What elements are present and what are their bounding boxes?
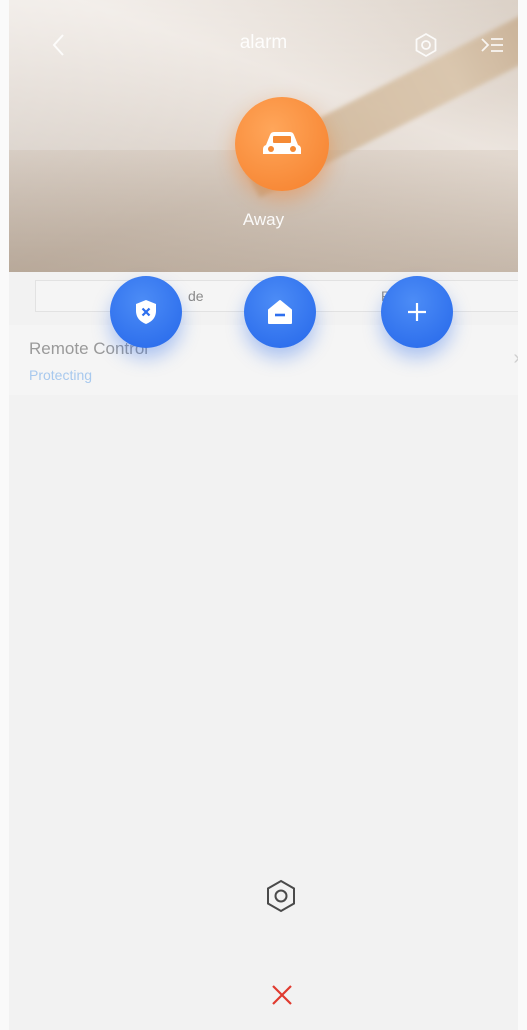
plus-icon bbox=[408, 303, 426, 321]
add-button[interactable] bbox=[381, 276, 453, 348]
away-mode-button[interactable] bbox=[235, 97, 329, 191]
app-screen: alarm Away de Pict Remote bbox=[0, 0, 527, 1030]
close-icon[interactable] bbox=[270, 983, 294, 1007]
top-nav-bar: alarm bbox=[9, 28, 518, 64]
mode-label: Away bbox=[242, 210, 285, 229]
disarm-button[interactable] bbox=[110, 276, 182, 348]
device-status: Protecting bbox=[29, 367, 93, 383]
home-mode-button[interactable] bbox=[244, 276, 316, 348]
home-minus-icon bbox=[268, 300, 292, 324]
page-title: alarm bbox=[239, 32, 288, 53]
settings-hexagon-icon[interactable] bbox=[265, 878, 297, 914]
list-menu-icon[interactable] bbox=[479, 34, 505, 58]
settings-hexagon-icon[interactable] bbox=[413, 32, 439, 58]
car-icon bbox=[263, 132, 301, 154]
chevron-right-icon: › bbox=[513, 347, 520, 369]
shield-x-icon bbox=[136, 300, 156, 324]
